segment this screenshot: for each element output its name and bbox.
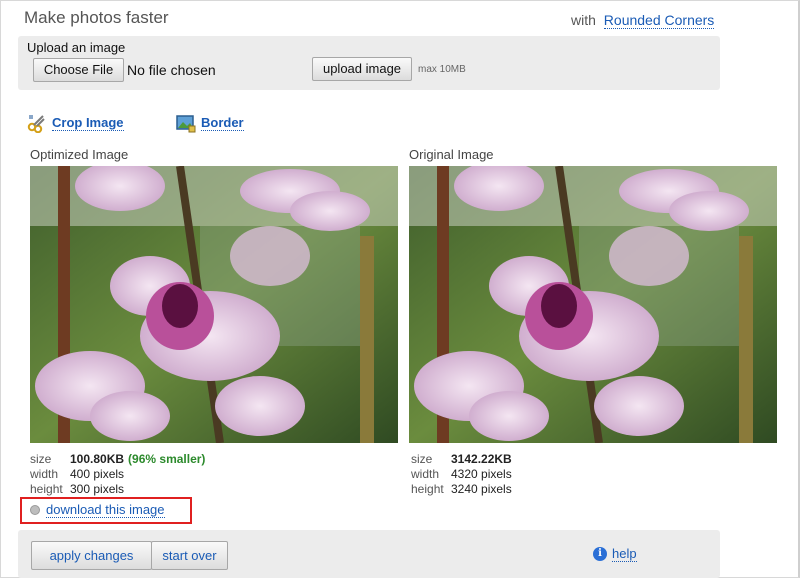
upload-image-button[interactable]: upload image	[312, 57, 412, 81]
download-bullet-icon	[30, 505, 40, 515]
help-link[interactable]: i help	[593, 546, 637, 562]
original-size-row: size 3142.22KB	[411, 452, 512, 467]
size-key: size	[411, 452, 433, 466]
download-this-image-link[interactable]: download this image	[30, 502, 165, 518]
original-size-value: 3142.22KB	[451, 452, 512, 466]
width-key: width	[30, 467, 59, 481]
original-height-value: 3240 pixels	[451, 482, 512, 496]
choose-file-button[interactable]: Choose File	[33, 58, 124, 82]
original-width-value: 4320 pixels	[451, 467, 512, 481]
optimized-height-value: 300 pixels	[70, 482, 125, 496]
original-image-label: Original Image	[409, 147, 494, 162]
optimized-image	[30, 166, 398, 443]
optimized-width-row: width 400 pixels	[30, 467, 205, 482]
optimized-smaller-percent: (96% smaller)	[128, 452, 206, 466]
crop-scissors-icon	[27, 113, 47, 134]
upload-panel: Upload an image Choose File No file chos…	[18, 36, 720, 90]
max-size-note: max 10MB	[418, 64, 466, 75]
with-prefix: with	[571, 12, 596, 28]
action-panel: apply changes start over i help	[18, 530, 720, 578]
no-file-text: No file chosen	[127, 62, 216, 78]
rounded-corners-link[interactable]: Rounded Corners	[603, 12, 715, 29]
crop-image-link[interactable]: Crop Image	[27, 113, 124, 134]
border-link[interactable]: Border	[176, 113, 244, 133]
start-over-button[interactable]: start over	[151, 541, 228, 570]
size-key: size	[30, 452, 52, 466]
optimized-height-row: height 300 pixels	[30, 482, 205, 497]
upload-label: Upload an image	[27, 40, 126, 55]
original-width-row: width 4320 pixels	[411, 467, 512, 482]
page-title: Make photos faster	[24, 8, 169, 27]
apply-changes-button[interactable]: apply changes	[31, 541, 152, 570]
optimized-stats: size 100.80KB (96% smaller) width 400 pi…	[30, 452, 205, 497]
width-key: width	[411, 467, 440, 481]
help-label: help	[612, 546, 637, 562]
original-stats: size 3142.22KB width 4320 pixels height …	[411, 452, 512, 497]
info-icon: i	[593, 547, 607, 561]
height-key: height	[411, 482, 444, 496]
border-label: Border	[201, 115, 244, 131]
optimized-width-value: 400 pixels	[70, 467, 125, 481]
crop-image-label: Crop Image	[52, 115, 124, 131]
height-key: height	[30, 482, 63, 496]
border-picture-icon	[176, 113, 196, 133]
optimized-size-value: 100.80KB	[70, 452, 125, 466]
original-height-row: height 3240 pixels	[411, 482, 512, 497]
original-image	[409, 166, 777, 443]
download-label: download this image	[46, 502, 165, 518]
optimized-image-label: Optimized Image	[30, 147, 129, 162]
with-rounded-corners: with Rounded Corners	[571, 12, 715, 29]
optimized-size-row: size 100.80KB (96% smaller)	[30, 452, 205, 467]
